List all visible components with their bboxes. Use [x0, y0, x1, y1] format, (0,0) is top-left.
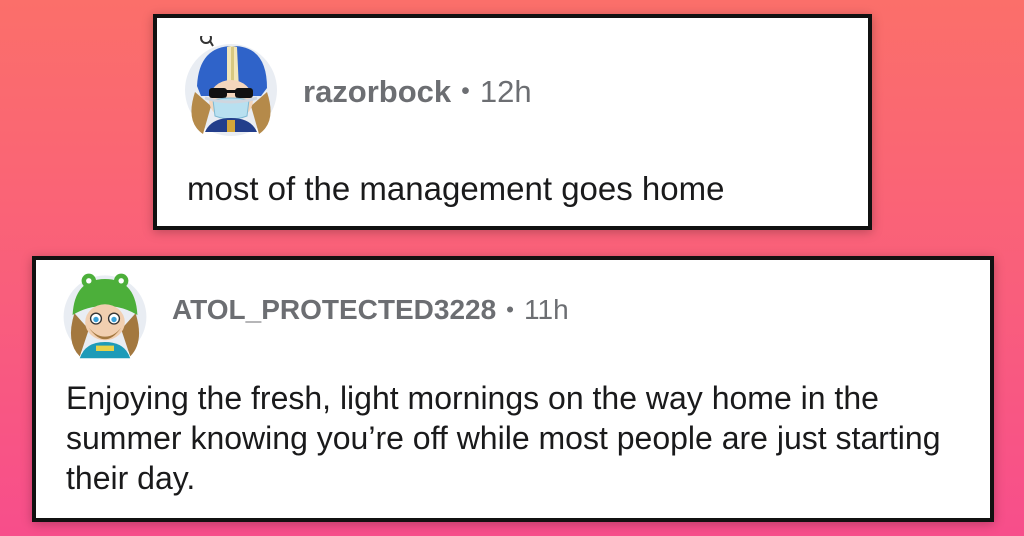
comment-body: Enjoying the fresh, light mornings on th…: [66, 380, 941, 496]
username[interactable]: razorbock: [303, 74, 451, 110]
comment-body: most of the management goes home: [187, 170, 725, 207]
timestamp: 12h: [479, 74, 532, 109]
timestamp: 11h: [524, 294, 569, 325]
football-helmet-avatar-icon: [185, 32, 277, 136]
meta-separator: •: [461, 78, 470, 105]
comment-meta: ATOL_PROTECTED3228 • 11h: [172, 294, 569, 326]
frog-hat-avatar-icon: [63, 273, 147, 359]
comment-card-razorbock: razorbock • 12h most of the management g…: [153, 14, 872, 230]
username[interactable]: ATOL_PROTECTED3228: [172, 294, 496, 326]
comment-meta: razorbock • 12h: [303, 74, 532, 110]
meta-separator: •: [506, 297, 515, 322]
avatar[interactable]: [181, 32, 281, 136]
comment-card-atol: ATOL_PROTECTED3228 • 11h Enjoying the fr…: [32, 256, 994, 522]
avatar[interactable]: [60, 270, 150, 360]
